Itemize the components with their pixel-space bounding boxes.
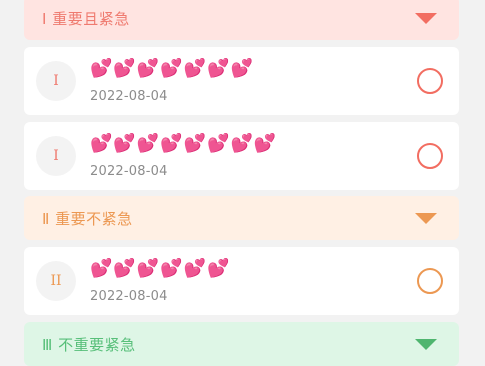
chevron-down-icon[interactable] (415, 212, 437, 224)
category-header-important-not-urgent[interactable]: Ⅱ 重要不紧急 (24, 196, 459, 240)
task-card[interactable]: II 💕💕💕💕💕💕 2022-08-04 (24, 247, 459, 315)
task-title: 💕💕💕💕💕💕💕💕 (90, 132, 278, 154)
category-header-not-important-urgent[interactable]: Ⅲ 不重要紧急 (24, 322, 459, 366)
task-title: 💕💕💕💕💕💕 (90, 257, 231, 279)
task-card[interactable]: I 💕💕💕💕💕💕💕💕 2022-08-04 (24, 122, 459, 190)
priority-badge: I (36, 136, 76, 176)
task-title: 💕💕💕💕💕💕💕 (90, 57, 254, 79)
task-date: 2022-08-04 (90, 288, 168, 304)
category-label: Ⅲ 不重要紧急 (42, 335, 136, 354)
category-label: Ⅰ 重要且紧急 (42, 9, 130, 28)
complete-checkbox[interactable] (417, 143, 443, 169)
task-date: 2022-08-04 (90, 163, 168, 179)
priority-badge: II (36, 261, 76, 301)
task-body: 💕💕💕💕💕💕💕💕 2022-08-04 (90, 132, 417, 179)
task-date: 2022-08-04 (90, 88, 168, 104)
category-header-important-urgent[interactable]: Ⅰ 重要且紧急 (24, 0, 459, 40)
task-body: 💕💕💕💕💕💕 2022-08-04 (90, 257, 417, 304)
complete-checkbox[interactable] (417, 268, 443, 294)
task-card[interactable]: I 💕💕💕💕💕💕💕 2022-08-04 (24, 47, 459, 115)
category-label: Ⅱ 重要不紧急 (42, 209, 133, 228)
chevron-down-icon[interactable] (415, 12, 437, 24)
task-body: 💕💕💕💕💕💕💕 2022-08-04 (90, 57, 417, 104)
complete-checkbox[interactable] (417, 68, 443, 94)
chevron-down-icon[interactable] (415, 338, 437, 350)
priority-badge: I (36, 61, 76, 101)
